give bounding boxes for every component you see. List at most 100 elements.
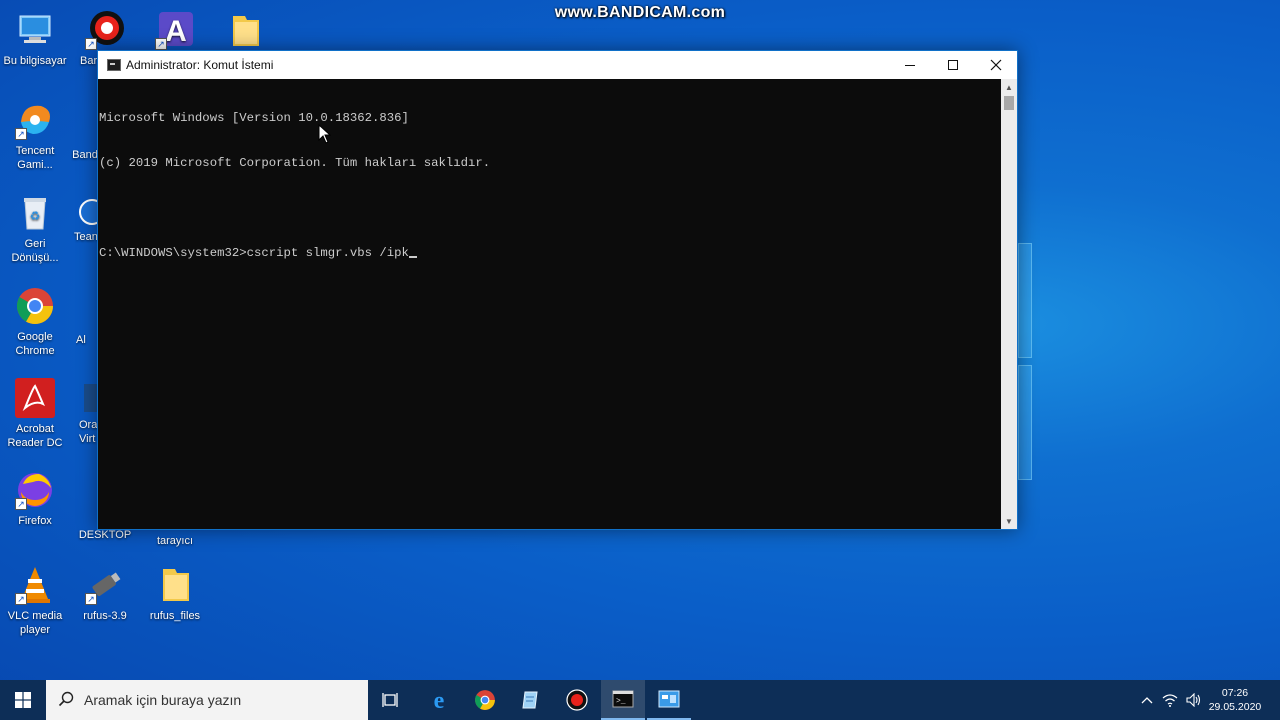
desktop-icon-label: Tencent Gami... <box>15 145 55 171</box>
desktop-icon-bandicut[interactable]: Band <box>70 148 100 162</box>
scroll-down-icon[interactable]: ▼ <box>1001 513 1017 529</box>
scroll-thumb[interactable] <box>1004 96 1014 110</box>
cmd-titlebar[interactable]: Administrator: Komut İstemi <box>98 51 1017 79</box>
desktop-icon-label: Band <box>72 149 98 161</box>
desktop-icon-label: Acrobat Reader DC <box>7 423 63 449</box>
task-view-icon <box>382 693 398 707</box>
search-icon <box>58 691 84 710</box>
shortcut-arrow-icon: ↗ <box>85 38 97 50</box>
shortcut-arrow-icon: ↗ <box>15 128 27 140</box>
desktop-icon-google-chrome[interactable]: Google Chrome <box>0 286 70 358</box>
desktop-icon-label: VLC media player <box>7 610 63 636</box>
shortcut-arrow-icon: ↗ <box>15 593 27 605</box>
speaker-icon <box>1186 693 1201 707</box>
vlc-icon: ↗ <box>15 565 55 605</box>
svg-text:A: A <box>165 15 187 48</box>
desktop-icon-folder[interactable] <box>210 10 280 54</box>
desktop-icon-rufus-files[interactable]: rufus_files <box>140 565 210 623</box>
text-cursor <box>408 256 417 258</box>
desktop-icon-vlc[interactable]: ↗ VLC media player <box>0 565 70 637</box>
maximize-button[interactable] <box>931 51 974 79</box>
firefox-icon: ↗ <box>15 470 55 510</box>
record-icon <box>566 689 588 711</box>
desktop-icon-tencent-gaming[interactable]: ↗ Tencent Gami... <box>0 100 70 172</box>
desktop-icon-label: Bu bilgisayar <box>3 55 67 67</box>
taskbar: Aramak için buraya yazın e >_ 07:26 29.0… <box>0 680 1280 720</box>
chrome-icon <box>15 286 55 326</box>
svg-text:>_: >_ <box>616 697 626 706</box>
desktop-icon-a-app[interactable]: A ↗ <box>140 10 210 54</box>
a-letter-icon: A ↗ <box>155 10 195 50</box>
shortcut-arrow-icon: ↗ <box>155 38 167 50</box>
folder-icon <box>155 565 195 605</box>
desktop-icon-label: Firefox <box>18 515 52 527</box>
shortcut-arrow-icon: ↗ <box>15 498 27 510</box>
desktop-icon-label: tarayıcı <box>156 535 194 547</box>
cmd-window-title: Administrator: Komut İstemi <box>126 58 274 72</box>
taskbar-cmd[interactable]: >_ <box>601 680 645 720</box>
clock-time: 07:26 <box>1221 687 1249 699</box>
search-placeholder: Aramak için buraya yazın <box>84 692 242 708</box>
recycle-bin-icon: ♻ <box>15 193 55 233</box>
usb-drive-icon: ↗ <box>85 565 125 605</box>
windows-logo-icon <box>15 692 31 708</box>
desktop-icon-rufus[interactable]: ↗ rufus-3.9 <box>70 565 140 623</box>
console-line: Microsoft Windows [Version 10.0.18362.83… <box>99 111 409 125</box>
console-output[interactable]: Microsoft Windows [Version 10.0.18362.83… <box>98 79 1001 529</box>
start-button[interactable] <box>0 680 46 720</box>
desktop-icon-tarayici[interactable]: tarayıcı <box>140 534 210 548</box>
cmd-window[interactable]: Administrator: Komut İstemi Microsoft Wi… <box>97 50 1018 530</box>
taskbar-chrome[interactable] <box>463 680 507 720</box>
desktop-icon-recycle-bin[interactable]: ♻ Geri Dönüşü... <box>0 193 70 265</box>
bandicam-watermark: www.BANDICAM.com <box>554 4 726 21</box>
minimize-button[interactable] <box>888 51 931 79</box>
desktop-icon-teamviewer[interactable]: Tean <box>72 198 100 244</box>
folder-icon <box>225 10 265 50</box>
shortcut-arrow-icon: ↗ <box>85 593 97 605</box>
desktop-icon-label: rufus_files <box>149 610 201 622</box>
task-view-button[interactable] <box>369 680 413 720</box>
desktop-icon-label: Google Chrome <box>15 331 55 357</box>
desktop-icon-label: Geri Dönüşü... <box>11 238 59 264</box>
bandicam-icon: ↗ <box>85 10 125 50</box>
computer-icon <box>15 10 55 50</box>
minimize-icon <box>904 65 915 66</box>
scroll-up-icon[interactable]: ▲ <box>1001 79 1017 95</box>
desktop-icon-label: rufus-3.9 <box>83 610 127 622</box>
desktop-icon-this-pc[interactable]: Bu bilgisayar <box>0 10 70 68</box>
wallpaper-logo-pane <box>1018 365 1032 480</box>
taskbar-clock[interactable]: 07:26 29.05.2020 <box>1206 686 1264 714</box>
taskbar-bandicam[interactable] <box>555 680 599 720</box>
notepad-icon <box>522 691 538 709</box>
svg-text:e: e <box>434 689 445 711</box>
cmd-app-icon[interactable] <box>107 59 121 71</box>
maximize-icon <box>947 60 958 70</box>
wallpaper-logo-pane <box>1018 243 1032 358</box>
console-command: C:\WINDOWS\system32>cscript slmgr.vbs /i… <box>99 246 409 260</box>
taskbar-notepad[interactable] <box>509 680 553 720</box>
svg-text:♻: ♻ <box>30 209 41 223</box>
teamviewer-icon <box>72 198 100 226</box>
network-button[interactable] <box>1158 693 1182 707</box>
taskbar-desktop-app[interactable] <box>647 680 691 720</box>
console-line: (c) 2019 Microsoft Corporation. Tüm hakl… <box>99 156 491 170</box>
desktop-icon-firefox[interactable]: ↗ Firefox <box>0 470 70 528</box>
clock-date: 29.05.2020 <box>1208 701 1262 713</box>
wifi-icon <box>1162 694 1178 707</box>
vertical-scrollbar[interactable]: ▲ ▼ <box>1001 79 1017 529</box>
show-hidden-icons-button[interactable] <box>1136 696 1158 704</box>
volume-button[interactable] <box>1182 693 1206 707</box>
chrome-icon <box>475 690 495 710</box>
window-app-icon <box>658 690 680 708</box>
console-prompt-line[interactable]: C:\WINDOWS\system32>cscript slmgr.vbs /i… <box>99 246 1001 261</box>
acrobat-icon <box>15 378 55 418</box>
taskbar-edge[interactable]: e <box>417 680 461 720</box>
close-button[interactable] <box>974 51 1017 79</box>
cmd-icon: >_ <box>612 690 634 708</box>
desktop-icon-acrobat-reader[interactable]: Acrobat Reader DC <box>0 378 70 450</box>
tencent-icon: ↗ <box>15 100 55 140</box>
edge-icon: e <box>434 689 445 711</box>
taskbar-search-box[interactable]: Aramak için buraya yazın <box>46 680 368 720</box>
chevron-up-icon <box>1141 697 1153 704</box>
